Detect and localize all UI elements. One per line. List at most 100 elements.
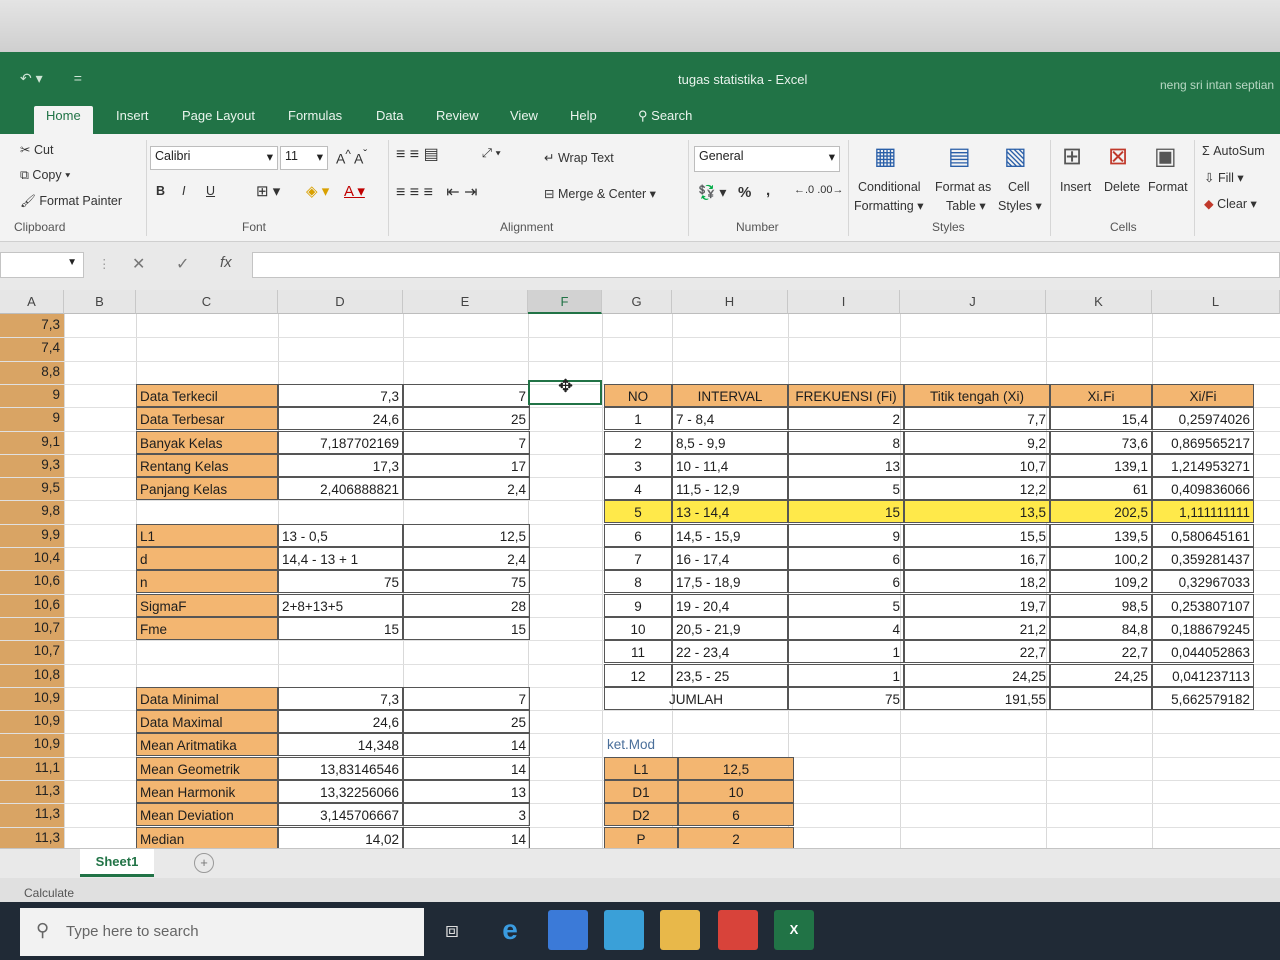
- freq-cell[interactable]: 3: [604, 454, 672, 477]
- column-header-j[interactable]: J: [900, 290, 1046, 314]
- freq-cell[interactable]: 6: [788, 570, 904, 593]
- bold-button[interactable]: B: [156, 184, 165, 198]
- cancel-icon[interactable]: ✕: [132, 254, 145, 274]
- freq-total-value[interactable]: [1050, 687, 1152, 710]
- summary-label[interactable]: Banyak Kelas: [136, 431, 278, 454]
- freq-cell[interactable]: 0,041237113: [1152, 664, 1254, 687]
- cell-a-value[interactable]: 9: [0, 387, 60, 402]
- freq-cell[interactable]: 0,253807107: [1152, 594, 1254, 617]
- freq-cell[interactable]: 109,2: [1050, 570, 1152, 593]
- cell-a-value[interactable]: 11,3: [0, 783, 60, 798]
- cell-a-value[interactable]: 9: [0, 410, 60, 425]
- summary-value[interactable]: 7,3: [278, 384, 403, 407]
- insert-cells-button[interactable]: Insert: [1060, 180, 1091, 194]
- stat-label[interactable]: Mean Aritmatika: [136, 733, 278, 756]
- mode-label[interactable]: Fme: [136, 617, 278, 640]
- freq-cell[interactable]: 10,7: [904, 454, 1050, 477]
- freq-cell[interactable]: 5: [788, 477, 904, 500]
- summary-label[interactable]: Data Terkecil: [136, 384, 278, 407]
- freq-header[interactable]: FREKUENSI (Fi): [788, 384, 904, 407]
- merge-center-button[interactable]: ⊟ Merge & Center ▾: [544, 186, 656, 201]
- mode-result[interactable]: 12,5: [403, 524, 530, 547]
- freq-cell[interactable]: 1,111111111: [1152, 500, 1254, 523]
- stat-value[interactable]: 7,3: [278, 687, 403, 710]
- file-explorer-icon[interactable]: [660, 910, 700, 950]
- clear-button[interactable]: ◆ Clear ▾: [1204, 196, 1257, 211]
- fill-color-icon[interactable]: ◈ ▾: [306, 182, 329, 200]
- freq-header[interactable]: Xi.Fi: [1050, 384, 1152, 407]
- stat-value[interactable]: 3,145706667: [278, 803, 403, 826]
- cell-a-value[interactable]: 11,3: [0, 806, 60, 821]
- mod-value[interactable]: 12,5: [678, 757, 794, 780]
- conditional-formatting-label2[interactable]: Formatting ▾: [854, 198, 924, 213]
- freq-header[interactable]: NO: [604, 384, 672, 407]
- column-header-a[interactable]: A: [0, 290, 64, 314]
- summary-label[interactable]: Rentang Kelas: [136, 454, 278, 477]
- freq-cell[interactable]: 18,2: [904, 570, 1050, 593]
- delete-cells-button[interactable]: Delete: [1104, 180, 1140, 194]
- stat-label[interactable]: Data Maximal: [136, 710, 278, 733]
- freq-cell[interactable]: 73,6: [1050, 431, 1152, 454]
- freq-cell[interactable]: 17,5 - 18,9: [672, 570, 788, 593]
- tab-review[interactable]: Review: [424, 106, 491, 134]
- stat-rounded[interactable]: 25: [403, 710, 530, 733]
- percent-button[interactable]: %: [738, 184, 751, 201]
- freq-cell[interactable]: 15,4: [1050, 407, 1152, 430]
- column-header-b[interactable]: B: [64, 290, 136, 314]
- stat-rounded[interactable]: 14: [403, 733, 530, 756]
- freq-cell[interactable]: 9: [604, 594, 672, 617]
- freq-cell[interactable]: 8: [788, 431, 904, 454]
- mode-result[interactable]: 75: [403, 570, 530, 593]
- freq-header[interactable]: INTERVAL: [672, 384, 788, 407]
- freq-cell[interactable]: 23,5 - 25: [672, 664, 788, 687]
- freq-cell[interactable]: 84,8: [1050, 617, 1152, 640]
- cell-a-value[interactable]: 10,6: [0, 597, 60, 612]
- tab-page-layout[interactable]: Page Layout: [170, 106, 267, 134]
- name-box[interactable]: ▼: [0, 252, 84, 278]
- freq-total-value[interactable]: 191,55: [904, 687, 1050, 710]
- autosum-button[interactable]: Σ AutoSum: [1202, 144, 1265, 158]
- freq-cell[interactable]: 20,5 - 21,9: [672, 617, 788, 640]
- freq-header[interactable]: Xi/Fi: [1152, 384, 1254, 407]
- cell-a-value[interactable]: 10,4: [0, 550, 60, 565]
- stat-rounded[interactable]: 13: [403, 780, 530, 803]
- edge-icon[interactable]: e: [490, 910, 530, 950]
- stat-value[interactable]: 13,83146546: [278, 757, 403, 780]
- stat-rounded[interactable]: 7: [403, 687, 530, 710]
- freq-cell[interactable]: 0,044052863: [1152, 640, 1254, 663]
- mod-label[interactable]: D2: [604, 803, 678, 826]
- column-header-g[interactable]: G: [602, 290, 672, 314]
- wrap-text-button[interactable]: ↵ Wrap Text: [544, 150, 614, 165]
- freq-cell[interactable]: 24,25: [904, 664, 1050, 687]
- freq-cell[interactable]: 16 - 17,4: [672, 547, 788, 570]
- cell-a-value[interactable]: 10,7: [0, 643, 60, 658]
- freq-cell[interactable]: 4: [788, 617, 904, 640]
- underline-button[interactable]: U: [206, 184, 215, 198]
- freq-cell[interactable]: 2: [604, 431, 672, 454]
- stat-value[interactable]: 14,348: [278, 733, 403, 756]
- mode-label[interactable]: n: [136, 570, 278, 593]
- format-as-table-label2[interactable]: Table ▾: [946, 198, 986, 213]
- mod-label[interactable]: D1: [604, 780, 678, 803]
- freq-cell[interactable]: 19 - 20,4: [672, 594, 788, 617]
- freq-cell[interactable]: 98,5: [1050, 594, 1152, 617]
- freq-cell[interactable]: 1: [788, 664, 904, 687]
- summary-rounded[interactable]: 2,4: [403, 477, 530, 500]
- grow-font-button[interactable]: A^ Aˇ: [336, 148, 367, 167]
- conditional-formatting-button[interactable]: Conditional: [858, 180, 921, 194]
- cell-styles-label2[interactable]: Styles ▾: [998, 198, 1042, 213]
- tab-home[interactable]: Home: [34, 106, 93, 134]
- cell-a-value[interactable]: 11,1: [0, 760, 60, 775]
- number-format-select[interactable]: General ▾: [694, 146, 840, 172]
- undo-icon[interactable]: ↶: [20, 70, 32, 86]
- freq-cell[interactable]: 139,1: [1050, 454, 1152, 477]
- freq-cell[interactable]: 139,5: [1050, 524, 1152, 547]
- freq-cell[interactable]: 2: [788, 407, 904, 430]
- freq-cell[interactable]: 4: [604, 477, 672, 500]
- summary-rounded[interactable]: 17: [403, 454, 530, 477]
- fill-button[interactable]: ⇩ Fill ▾: [1204, 170, 1244, 185]
- font-size-select[interactable]: 11 ▾: [280, 146, 328, 170]
- freq-cell[interactable]: 7,7: [904, 407, 1050, 430]
- freq-cell[interactable]: 12,2: [904, 477, 1050, 500]
- tab-view[interactable]: View: [498, 106, 550, 134]
